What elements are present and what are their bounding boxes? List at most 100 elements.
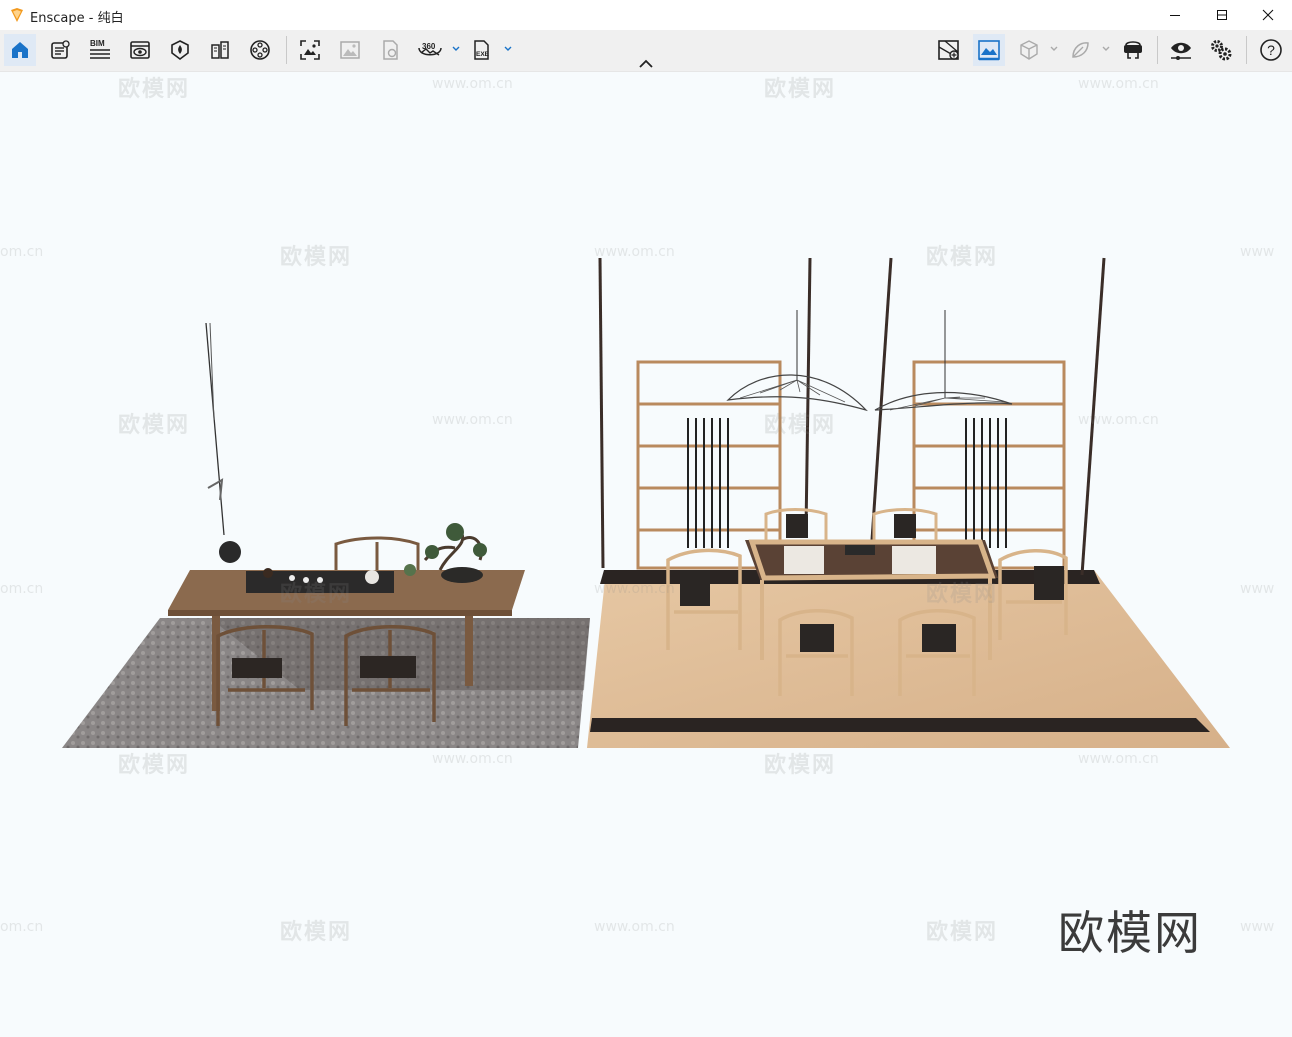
site-context-button[interactable] bbox=[204, 34, 236, 66]
cube-dropdown-chevron-icon[interactable] bbox=[1049, 44, 1059, 54]
media-icon bbox=[250, 40, 270, 60]
watermark-logo: 欧模网 bbox=[280, 582, 353, 607]
watermark-url: www.om.cn bbox=[1078, 76, 1159, 92]
chair-back-panel bbox=[680, 570, 710, 606]
watermark-url: www.om.cn bbox=[594, 581, 675, 597]
window-title: Enscape - 纯白 bbox=[30, 7, 124, 26]
lighting-dropdown-chevron-icon[interactable] bbox=[1101, 44, 1111, 54]
tea-box bbox=[845, 545, 875, 555]
panorama-dropdown-chevron-icon[interactable] bbox=[451, 44, 461, 54]
bonsai-foliage bbox=[473, 543, 487, 557]
minimize-icon-2 bbox=[1170, 15, 1180, 16]
scene-render bbox=[62, 257, 1230, 748]
help-icon: ? bbox=[1260, 39, 1282, 61]
chair-back-panel bbox=[786, 514, 808, 538]
watermark-url: www.om.cn bbox=[432, 751, 513, 767]
standalone-exe-button[interactable]: EXE bbox=[466, 34, 498, 66]
watermark-url-partial: www bbox=[1240, 244, 1275, 260]
maximize-button[interactable] bbox=[1199, 0, 1245, 30]
plant bbox=[404, 564, 416, 576]
bonsai-foliage bbox=[446, 523, 464, 541]
panorama-360-button[interactable]: 360 bbox=[414, 34, 446, 66]
bim-button[interactable]: BIM bbox=[84, 34, 116, 66]
export-panorama-button[interactable] bbox=[374, 34, 406, 66]
vr-headset-icon bbox=[1124, 41, 1142, 59]
home-icon bbox=[12, 42, 28, 58]
watermark-logo: 欧模网 bbox=[764, 77, 837, 102]
media-button[interactable] bbox=[244, 34, 276, 66]
home-button[interactable] bbox=[4, 34, 36, 66]
watermark-logo: 欧模网 bbox=[926, 582, 999, 607]
watermark-url: www.om.cn bbox=[432, 76, 513, 92]
watermark-url-partial: om.cn bbox=[0, 919, 44, 935]
close-icon bbox=[1262, 9, 1274, 21]
title-bar: Enscape - 纯白 bbox=[0, 0, 1292, 30]
map-button[interactable] bbox=[933, 34, 965, 66]
place-setting bbox=[784, 546, 824, 574]
watermark-url: www.om.cn bbox=[1078, 412, 1159, 428]
map-icon bbox=[938, 40, 959, 60]
watermark-logo: 欧模网 bbox=[118, 753, 191, 778]
bim-icon: BIM bbox=[90, 39, 110, 59]
help-glyph: ? bbox=[1267, 42, 1275, 58]
view-management-button[interactable] bbox=[124, 34, 156, 66]
visual-settings-button[interactable] bbox=[1165, 34, 1197, 66]
screenshot-button[interactable] bbox=[294, 34, 326, 66]
watermark-logo: 欧模网 bbox=[118, 413, 191, 438]
watermark-logo: 欧模网 bbox=[926, 920, 999, 945]
general-settings-button[interactable] bbox=[1205, 34, 1237, 66]
watermark-logo: 欧模网 bbox=[926, 245, 999, 270]
material-editor-icon bbox=[171, 40, 189, 60]
toolbar-separator-help bbox=[1246, 36, 1247, 64]
chair-back-panel bbox=[232, 658, 282, 678]
watermark-logo: 欧模网 bbox=[764, 413, 837, 438]
watermark-logo: 欧模网 bbox=[280, 245, 353, 270]
collapse-toolbar-chevron-icon[interactable] bbox=[637, 58, 655, 70]
bim-label: BIM bbox=[90, 39, 105, 48]
chair-back-panel bbox=[1034, 566, 1064, 600]
close-button[interactable] bbox=[1245, 0, 1291, 30]
batch-render-button[interactable] bbox=[334, 34, 366, 66]
view-management-icon bbox=[130, 41, 150, 59]
title-separator: - bbox=[84, 11, 98, 26]
place-setting bbox=[892, 546, 936, 574]
watermark-url-partial: www bbox=[1240, 919, 1275, 935]
material-editor-button[interactable] bbox=[164, 34, 196, 66]
exe-label: EXE bbox=[476, 51, 490, 58]
standalone-exe-icon: EXE bbox=[474, 40, 490, 60]
lighting-button[interactable] bbox=[1064, 34, 1096, 66]
chair-back-panel bbox=[800, 624, 834, 652]
watermark-logo: 欧模网 bbox=[764, 753, 837, 778]
vr-headset-button[interactable] bbox=[1117, 34, 1149, 66]
bonsai-foliage bbox=[425, 545, 439, 559]
brand-watermark: 欧模网 bbox=[1058, 906, 1202, 960]
cube-view-icon bbox=[1020, 40, 1038, 60]
toolbar-separator-right bbox=[1157, 36, 1158, 64]
screen-pole bbox=[598, 257, 605, 569]
cube-view-button[interactable] bbox=[1013, 34, 1045, 66]
chair-back-panel bbox=[894, 514, 916, 538]
enscape-logo-icon bbox=[11, 8, 23, 22]
feather-pendant-lamp bbox=[726, 310, 868, 412]
watermark-url: www.om.cn bbox=[594, 244, 675, 260]
render-viewport[interactable]: 欧模网 www.om.cn 欧模网 www.om.cn om.cn 欧模网 ww… bbox=[0, 71, 1292, 1037]
help-button[interactable]: ? bbox=[1255, 34, 1287, 66]
maximize-icon bbox=[1217, 10, 1227, 20]
watermark-logo: 欧模网 bbox=[280, 920, 353, 945]
white-teapot bbox=[365, 570, 379, 584]
feather-pendant-lamp bbox=[874, 310, 1013, 411]
screen-pole bbox=[804, 257, 812, 531]
visual-settings-icon bbox=[1171, 42, 1191, 60]
asset-library-button[interactable] bbox=[44, 34, 76, 66]
watermark-url: www.om.cn bbox=[432, 412, 513, 428]
lighting-icon bbox=[1072, 42, 1089, 58]
site-context-icon bbox=[211, 41, 229, 59]
export-panorama-icon bbox=[383, 40, 398, 60]
exe-dropdown-chevron-icon[interactable] bbox=[503, 44, 513, 54]
general-settings-icon bbox=[1211, 40, 1232, 61]
watermark-url-partial: www bbox=[1240, 581, 1275, 597]
minimize-button-2[interactable] bbox=[1152, 0, 1198, 30]
background-image-button[interactable] bbox=[973, 34, 1005, 66]
screenshot-icon bbox=[300, 40, 320, 60]
watermark-logo: 欧模网 bbox=[118, 77, 191, 102]
